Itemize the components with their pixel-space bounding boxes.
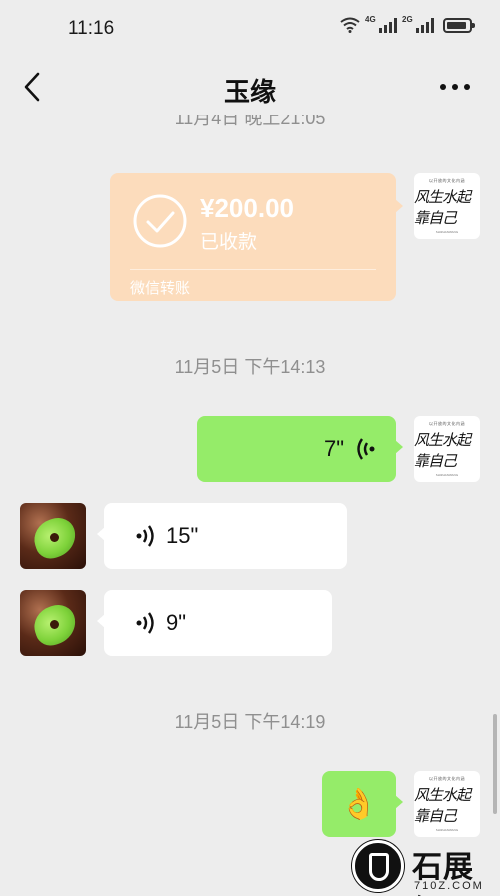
watermark-url: 710Z.COM — [414, 880, 484, 892]
status-time: 11:16 — [68, 18, 115, 39]
network-type-label: 2G — [402, 15, 413, 24]
signal-4g-icon: 4G — [365, 15, 397, 33]
my-avatar[interactable]: 以开放的文化内涵 风生水起靠自己 SHIZHANWANG — [414, 416, 480, 482]
scrollbar[interactable] — [493, 714, 497, 814]
signal-2g-icon: 2G — [402, 15, 434, 33]
my-avatar[interactable]: 以开放的文化内涵 风生水起靠自己 SHIZHANWANG — [414, 771, 480, 837]
voice-duration: 7" — [323, 436, 344, 461]
check-circle-icon — [133, 194, 187, 248]
transfer-message-bubble[interactable]: ¥200.00 已收款 微信转账 — [110, 173, 403, 301]
watermark-logo-icon — [352, 840, 404, 892]
battery-icon — [443, 17, 475, 33]
voice-message-theirs[interactable]: 9" — [97, 590, 332, 656]
ok-hand-emoji: 👌 — [340, 787, 378, 821]
voice-duration: 15" — [166, 523, 199, 548]
watermark: 石展網 710Z.COM — [352, 836, 498, 896]
voice-message-theirs[interactable]: 15" — [97, 503, 347, 569]
chat-title: 玉缘 — [223, 77, 276, 107]
wifi-icon — [340, 17, 360, 33]
transfer-footer-label: 微信转账 — [130, 280, 191, 297]
voice-wave-icon — [136, 525, 154, 547]
transfer-amount: ¥200.00 — [200, 193, 294, 223]
contact-avatar[interactable] — [20, 590, 86, 656]
my-avatar[interactable]: 以开放的文化内涵 风生水起靠自己 SHIZHANWANG — [414, 173, 480, 239]
transfer-status: 已收款 — [200, 232, 258, 253]
status-icons: 4G 2G — [340, 15, 475, 33]
timestamp-partial: 11月4日 晚上21:05 — [174, 115, 326, 128]
emoji-message-mine[interactable]: 👌 — [322, 771, 403, 837]
voice-message-mine[interactable]: 7" — [197, 416, 403, 482]
status-bar: 11:16 4G 2G — [0, 0, 500, 58]
voice-duration: 9" — [166, 610, 187, 635]
transfer-divider — [130, 269, 376, 270]
timestamp: 11月5日 下午14:13 — [174, 357, 326, 377]
more-options-button[interactable] — [440, 84, 470, 90]
timestamp: 11月5日 下午14:19 — [174, 712, 326, 732]
network-type-label: 4G — [365, 15, 376, 24]
voice-wave-icon — [357, 438, 375, 460]
voice-wave-icon — [136, 612, 154, 634]
chat-header: 玉缘 — [0, 58, 500, 122]
contact-avatar[interactable] — [20, 503, 86, 569]
battery-level — [447, 21, 466, 29]
